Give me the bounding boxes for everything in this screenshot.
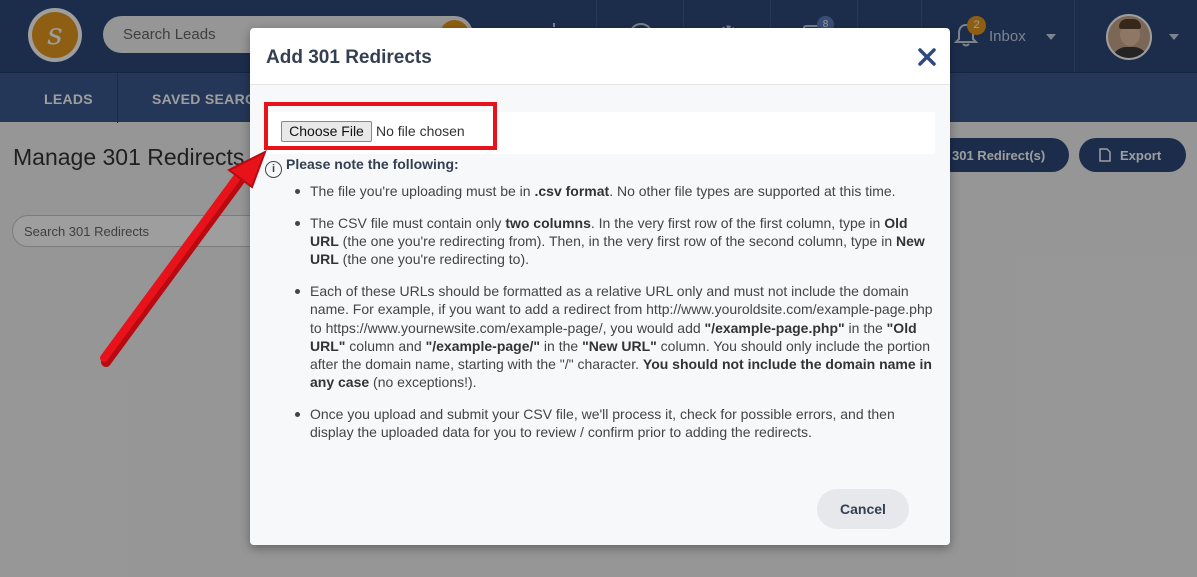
annotation-arrow: [100, 149, 267, 367]
